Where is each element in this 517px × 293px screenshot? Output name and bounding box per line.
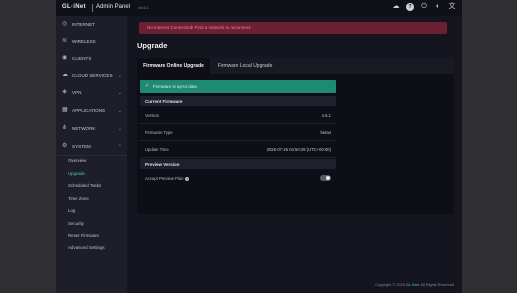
sidebar-item-label: CLOUD SERVICES	[72, 73, 113, 78]
title-divider	[92, 4, 93, 12]
main-content: No Internet Connected! Find a network to…	[127, 16, 462, 293]
app-title: Admin Panel	[96, 4, 131, 10]
section-heading-text: Current Firmware	[145, 99, 183, 104]
row-label: Firmware Type	[145, 130, 173, 135]
language-icon[interactable]: 文	[448, 3, 456, 11]
toggle-knob	[326, 176, 330, 180]
sidebar-item-cloud-services[interactable]: ☁ CLOUD SERVICES ⌄	[56, 67, 127, 84]
clients-icon: ◉	[62, 55, 68, 61]
status-banner: ✓ Firmware is up-to-date.	[140, 80, 336, 93]
sidebar-item-applications[interactable]: ▦ APPLICATIONS ⌄	[56, 102, 127, 119]
row-label: Version	[145, 113, 159, 118]
chevron-down-icon: ⌄	[117, 107, 122, 114]
check-icon: ✓	[145, 83, 150, 89]
sidebar-item-label: APPLICATIONS	[72, 108, 106, 113]
sidebar: ◎ INTERNET ≋ WIRELESS ◉ CLIENTS ☁ CLOUD …	[56, 16, 127, 293]
help-icon[interactable]: ?	[406, 3, 414, 11]
footer: Copyright © 2025 GL.iNet. All Rights Res…	[375, 283, 454, 287]
gear-icon: ⚙	[62, 143, 68, 149]
power-icon[interactable]: ⏻	[420, 3, 428, 11]
row-label: Accept Preview Plan i	[145, 176, 190, 181]
sidebar-subitem-overview[interactable]: Overview	[68, 158, 86, 163]
sidebar-item-label: SYSTEM	[72, 144, 91, 149]
section-heading-text: Preview Version	[145, 162, 180, 167]
tab-firmware-local-upgrade[interactable]: Firmware Local Upgrade	[210, 58, 280, 74]
sidebar-item-label: VPN	[72, 90, 82, 95]
admin-panel: GL·iNet Admin Panel v4.6.1 ☁ ? ⏻ ◐ 文 ◎ I…	[56, 0, 462, 293]
page-title: Upgrade	[137, 41, 168, 50]
sidebar-item-clients[interactable]: ◉ CLIENTS	[56, 50, 127, 67]
sidebar-subitem-scheduled-tasks[interactable]: Scheduled Tasks	[68, 183, 101, 188]
sidebar-item-label: WIRELESS	[72, 39, 96, 44]
sidebar-item-label: CLIENTS	[72, 56, 92, 61]
footer-copyright: Copyright © 2025	[375, 283, 405, 287]
chevron-down-icon: ⌄	[117, 72, 122, 79]
upgrade-card: Firmware Online Upgrade Firmware Local U…	[137, 58, 454, 214]
brand-logo: GL·iNet	[62, 4, 86, 10]
sidebar-item-wireless[interactable]: ≋ WIRELESS	[56, 33, 127, 50]
tab-firmware-online-upgrade[interactable]: Firmware Online Upgrade	[137, 58, 210, 74]
sidebar-subitem-security[interactable]: Security	[68, 221, 84, 226]
grid-icon: ▦	[62, 107, 68, 113]
sidebar-subitem-time-zone[interactable]: Time Zone	[68, 196, 89, 201]
info-icon[interactable]: i	[185, 176, 190, 181]
sidebar-item-network[interactable]: ⋔ NETWORK ⌄	[56, 120, 127, 137]
upgrade-tabs: Firmware Online Upgrade Firmware Local U…	[137, 58, 454, 74]
row-value: 4.6.1	[321, 113, 331, 118]
globe-icon: ◎	[62, 21, 68, 27]
sidebar-item-label: NETWORK	[72, 126, 96, 131]
section-heading: Current Firmware	[140, 96, 336, 106]
alert-text: No Internet Connected! Find a network to…	[147, 25, 252, 30]
sidebar-subitem-upgrade[interactable]: Upgrade	[68, 171, 85, 176]
firmware-row-version: Version 4.6.1	[140, 107, 336, 124]
sidebar-divider	[56, 155, 127, 156]
wifi-icon: ≋	[62, 38, 68, 44]
sidebar-subitem-advanced-settings[interactable]: Advanced Settings	[68, 245, 105, 250]
section-heading: Preview Version	[140, 159, 336, 169]
top-actions: ☁ ? ⏻ ◐ 文	[392, 3, 456, 11]
sidebar-item-system[interactable]: ⚙ SYSTEM ⌃	[56, 138, 127, 155]
footer-rights: . All Rights Reserved	[418, 283, 454, 287]
cloud-icon[interactable]: ☁	[392, 3, 400, 11]
shield-icon: ◈	[62, 89, 67, 95]
sidebar-subitem-log[interactable]: Log	[68, 208, 75, 213]
firmware-row-update-time: Update Time 2025-07-25 04:50:29 (UTC+00:…	[140, 141, 336, 158]
footer-brand-link[interactable]: GL.iNet	[406, 283, 419, 287]
app-version: v4.6.1	[138, 5, 149, 10]
sidebar-item-internet[interactable]: ◎ INTERNET	[56, 16, 127, 33]
preview-plan-row: Accept Preview Plan i	[140, 170, 336, 186]
sidebar-item-vpn[interactable]: ◈ VPN ⌄	[56, 84, 127, 101]
preview-plan-toggle[interactable]	[320, 175, 331, 181]
sidebar-item-label: INTERNET	[72, 22, 95, 27]
chevron-up-icon: ⌃	[117, 143, 122, 150]
sidebar-subitem-reset-firmware[interactable]: Reset Firmware	[68, 233, 99, 238]
preview-plan-label: Accept Preview Plan	[145, 176, 184, 181]
no-internet-alert[interactable]: No Internet Connected! Find a network to…	[139, 22, 447, 34]
network-icon: ⋔	[62, 125, 68, 131]
row-label: Update Time	[145, 147, 169, 152]
chevron-down-icon: ⌄	[117, 89, 122, 96]
row-value: 2025-07-25 04:50:29 (UTC+00:00)	[266, 147, 331, 152]
theme-icon[interactable]: ◐	[434, 3, 442, 11]
top-bar: GL·iNet Admin Panel v4.6.1 ☁ ? ⏻ ◐ 文	[56, 0, 462, 16]
status-text: Firmware is up-to-date.	[153, 84, 199, 89]
chevron-down-icon: ⌄	[117, 125, 122, 132]
cloud-icon: ☁	[62, 72, 68, 78]
firmware-row-type: Firmware Type beta4	[140, 124, 336, 141]
row-value: beta4	[320, 130, 331, 135]
